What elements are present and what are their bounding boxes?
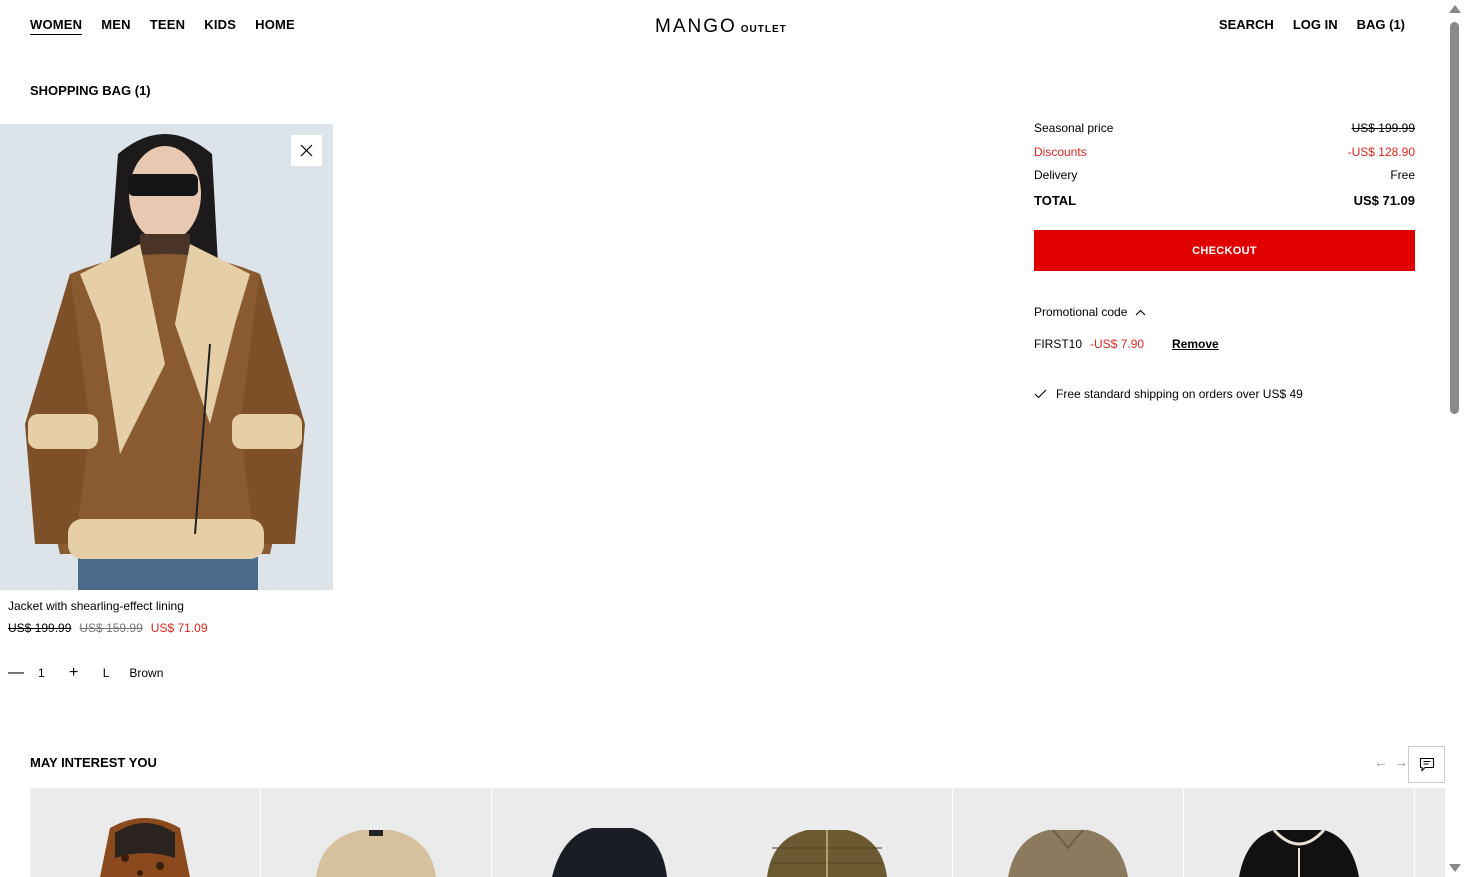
product-photo bbox=[0, 124, 333, 590]
arrow-left-icon[interactable]: ← bbox=[1374, 754, 1388, 770]
shipping-note-text: Free standard shipping on orders over US… bbox=[1056, 387, 1303, 401]
close-icon bbox=[300, 144, 313, 157]
product-thumbnail bbox=[100, 818, 190, 877]
nav-teen[interactable]: TEEN bbox=[150, 17, 185, 35]
total-value: US$ 71.09 bbox=[1353, 192, 1415, 208]
search-link[interactable]: SEARCH bbox=[1219, 17, 1274, 32]
quantity-row: — 1 + L Brown bbox=[8, 664, 163, 682]
product-thumbnail bbox=[1008, 829, 1128, 877]
logo-sub: OUTLET bbox=[740, 24, 787, 35]
chat-button[interactable] bbox=[1408, 746, 1445, 783]
increase-quantity-button[interactable]: + bbox=[67, 664, 81, 682]
product-card[interactable] bbox=[1184, 788, 1414, 877]
nav-women[interactable]: WOMEN bbox=[30, 17, 83, 35]
applied-promo: FIRST10 -US$ 7.90 Remove bbox=[1034, 337, 1219, 351]
size-value: L bbox=[102, 666, 110, 680]
promo-label: Promotional code bbox=[1034, 305, 1128, 319]
checkout-button[interactable]: CHECKOUT bbox=[1034, 230, 1415, 271]
summary-row-seasonal: Seasonal price US$ 199.99 bbox=[1034, 121, 1415, 145]
nav-men[interactable]: MEN bbox=[101, 17, 131, 35]
product-card[interactable] bbox=[261, 788, 491, 877]
product-card[interactable] bbox=[30, 788, 260, 877]
login-link[interactable]: LOG IN bbox=[1293, 17, 1338, 32]
delivery-value: Free bbox=[1390, 168, 1415, 182]
remove-item-button[interactable] bbox=[291, 135, 322, 166]
price-seasonal: US$ 159.99 bbox=[79, 621, 143, 635]
product-image[interactable] bbox=[0, 124, 333, 590]
promo-code: FIRST10 bbox=[1034, 337, 1083, 351]
product-thumbnail bbox=[1239, 828, 1359, 877]
bag-link[interactable]: BAG (1) bbox=[1357, 17, 1405, 32]
check-icon bbox=[1034, 389, 1047, 399]
product-thumbnail bbox=[552, 828, 887, 877]
product-thumbnail bbox=[316, 830, 436, 877]
discounts-value: -US$ 128.90 bbox=[1347, 144, 1415, 159]
discounts-label: Discounts bbox=[1034, 144, 1087, 159]
summary-row-total: TOTAL US$ 71.09 bbox=[1034, 193, 1415, 217]
product-card[interactable] bbox=[953, 788, 1183, 877]
decrease-quantity-button[interactable]: — bbox=[8, 664, 24, 682]
product-name[interactable]: Jacket with shearling-effect lining bbox=[8, 599, 184, 613]
color-value: Brown bbox=[129, 666, 164, 680]
scrollbar[interactable] bbox=[1445, 0, 1464, 877]
seasonal-label: Seasonal price bbox=[1034, 121, 1114, 135]
promo-amount: -US$ 7.90 bbox=[1090, 337, 1145, 351]
total-label: TOTAL bbox=[1034, 192, 1077, 208]
price-final: US$ 71.09 bbox=[150, 621, 208, 635]
delivery-label: Delivery bbox=[1034, 168, 1078, 182]
nav-kids[interactable]: KIDS bbox=[204, 17, 236, 35]
product-card[interactable] bbox=[492, 788, 952, 877]
remove-promo-link[interactable]: Remove bbox=[1172, 337, 1219, 351]
user-nav: SEARCH LOG IN BAG (1) bbox=[1219, 17, 1405, 32]
carousel-arrows: ← → bbox=[1374, 754, 1408, 770]
quantity-value: 1 bbox=[38, 666, 45, 680]
main-nav: WOMEN MEN TEEN KIDS HOME bbox=[30, 17, 295, 35]
order-summary: Seasonal price US$ 199.99 Discounts -US$… bbox=[1034, 121, 1415, 271]
scroll-down-arrow[interactable] bbox=[1449, 864, 1461, 872]
summary-row-discounts: Discounts -US$ 128.90 bbox=[1034, 145, 1415, 169]
recommendation-carousel bbox=[30, 788, 1445, 877]
seasonal-value: US$ 199.99 bbox=[1351, 121, 1415, 135]
recommendations-title: MAY INTEREST YOU bbox=[30, 755, 157, 770]
shipping-note: Free standard shipping on orders over US… bbox=[1034, 387, 1303, 401]
bag-title: SHOPPING BAG (1) bbox=[30, 83, 151, 98]
scroll-thumb[interactable] bbox=[1450, 22, 1459, 414]
arrow-right-icon[interactable]: → bbox=[1394, 754, 1408, 770]
promo-toggle[interactable]: Promotional code bbox=[1034, 305, 1146, 319]
logo[interactable]: MANGO OUTLET bbox=[655, 16, 787, 38]
scroll-up-arrow[interactable] bbox=[1449, 5, 1461, 13]
product-card[interactable] bbox=[1415, 788, 1445, 877]
summary-row-delivery: Delivery Free bbox=[1034, 168, 1415, 192]
logo-brand: MANGO bbox=[655, 16, 737, 37]
nav-home[interactable]: HOME bbox=[255, 17, 295, 35]
chat-icon bbox=[1419, 757, 1434, 772]
product-prices: US$ 199.99 US$ 159.99 US$ 71.09 bbox=[8, 621, 208, 635]
price-original: US$ 199.99 bbox=[8, 621, 72, 635]
chevron-up-icon bbox=[1136, 309, 1146, 315]
